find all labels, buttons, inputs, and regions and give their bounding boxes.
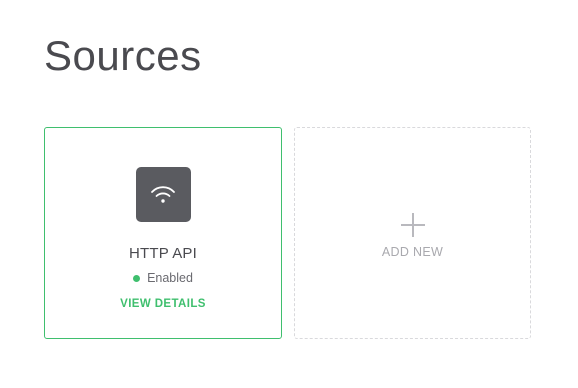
view-details-link[interactable]: VIEW DETAILS: [120, 298, 206, 310]
wifi-icon: [151, 185, 175, 203]
sources-page: Sources HTTP API Enabled VIEW DETAILS AD…: [0, 0, 578, 388]
sources-grid: HTTP API Enabled VIEW DETAILS ADD NEW: [44, 127, 531, 339]
add-new-source-card[interactable]: ADD NEW: [294, 127, 531, 339]
source-icon-tile: [135, 167, 191, 222]
source-name: HTTP API: [128, 245, 197, 262]
plus-icon: [400, 213, 425, 237]
status-label: Enabled: [147, 271, 193, 285]
source-card-http-api[interactable]: HTTP API Enabled VIEW DETAILS: [44, 127, 282, 339]
page-title: Sources: [44, 32, 202, 79]
status-indicator: Enabled: [133, 271, 193, 285]
status-dot-icon: [133, 274, 141, 282]
add-new-label: ADD NEW: [381, 245, 444, 259]
